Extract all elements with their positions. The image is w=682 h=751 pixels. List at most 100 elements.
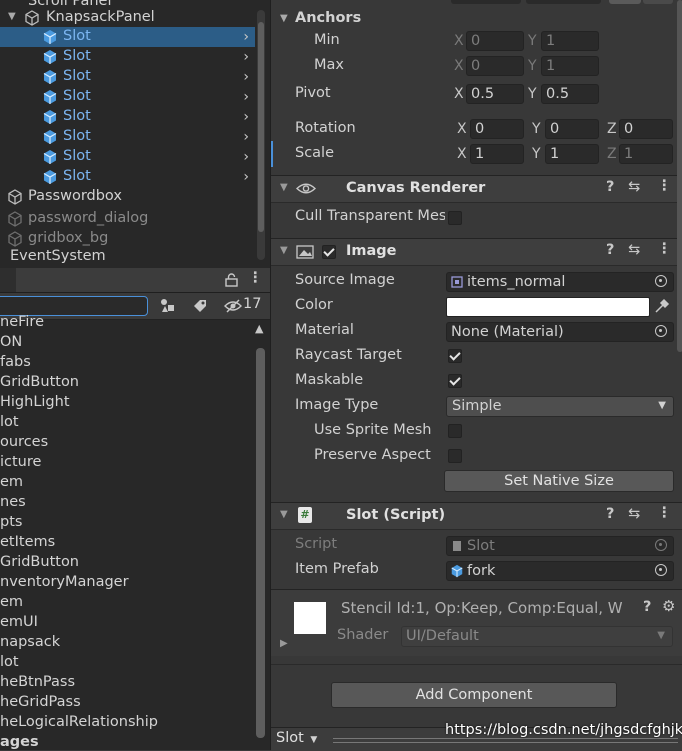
collapse-arrow-icon[interactable]: ▼ (280, 245, 288, 256)
chevron-right-icon[interactable]: › (243, 49, 249, 65)
more-menu-icon[interactable]: ⋮ (248, 270, 263, 286)
help-icon[interactable]: ? (643, 599, 651, 615)
presets-icon[interactable]: ⇆ (628, 179, 640, 195)
list-item[interactable]: ources (0, 434, 48, 450)
component-menu-icon[interactable]: ⋮ (657, 178, 672, 194)
set-native-size-button[interactable]: Set Native Size (444, 470, 674, 492)
rotation-y-field[interactable]: 0 (545, 119, 599, 139)
scale-x-field[interactable]: 1 (470, 144, 524, 164)
image-type-dropdown[interactable]: Simple ▼ (446, 396, 674, 417)
hierarchy-item-slot[interactable]: Slot › (0, 107, 255, 127)
rotation-x-field[interactable]: 0 (470, 119, 524, 139)
help-icon[interactable]: ? (606, 506, 614, 522)
component-menu-icon[interactable]: ⋮ (657, 505, 672, 521)
hierarchy-item-slot[interactable]: Slot › (0, 127, 255, 147)
chevron-right-icon[interactable]: › (243, 29, 249, 45)
list-item[interactable]: pts (0, 514, 22, 530)
project-scrollbar-thumb[interactable] (256, 348, 265, 738)
list-item[interactable]: etItems (0, 534, 55, 550)
project-search-input[interactable] (0, 296, 148, 316)
chevron-right-icon[interactable]: › (243, 69, 249, 85)
image-enabled-checkbox[interactable] (322, 245, 336, 259)
preserve-aspect-checkbox[interactable] (448, 449, 462, 463)
collapse-arrow-icon[interactable]: ▼ (280, 509, 288, 520)
list-item[interactable]: heLogicalRelationship (0, 714, 158, 730)
material-thumbnail[interactable] (294, 602, 326, 634)
presets-icon[interactable]: ⇆ (628, 242, 640, 258)
slot-script-header[interactable]: ▼ # Slot (Script) ? ⇆ ⋮ (271, 502, 682, 530)
lock-icon[interactable] (225, 273, 238, 287)
list-item[interactable]: napsack (0, 634, 60, 650)
height-field[interactable] (526, 0, 601, 4)
list-item[interactable]: lot (0, 414, 19, 430)
hierarchy-item-slot[interactable]: Slot › (0, 87, 255, 107)
list-item[interactable]: nventoryManager (0, 574, 129, 590)
list-item[interactable]: heBtnPass (0, 674, 75, 690)
scale-y-field[interactable]: 1 (545, 144, 599, 164)
help-icon[interactable]: ? (606, 179, 614, 195)
item-prefab-field[interactable]: fork (446, 561, 674, 581)
expand-arrow-icon[interactable]: ▼ (280, 13, 288, 24)
object-picker-icon[interactable] (655, 275, 667, 287)
chevron-right-icon[interactable]: › (243, 169, 249, 185)
list-item[interactable]: nes (0, 494, 26, 510)
raycast-target-checkbox[interactable] (448, 349, 462, 363)
hierarchy-item-slot[interactable]: Slot › (0, 67, 255, 87)
hierarchy-item-slot[interactable]: Slot › (0, 167, 255, 187)
scale-z-field[interactable]: 1 (619, 144, 673, 164)
cull-transparent-checkbox[interactable] (448, 211, 462, 225)
hierarchy-scrollbar[interactable] (257, 10, 265, 260)
preview-object-dropdown[interactable]: Slot ▼ (276, 730, 328, 748)
list-item[interactable]: heGridPass (0, 694, 81, 710)
chevron-right-icon[interactable]: › (243, 89, 249, 105)
eyedropper-icon[interactable] (654, 298, 670, 314)
list-item[interactable]: GridButton (0, 374, 79, 390)
presets-icon[interactable]: ⇆ (628, 506, 640, 522)
resize-handle[interactable] (333, 738, 678, 743)
help-icon[interactable]: ? (606, 242, 614, 258)
chevron-right-icon[interactable]: › (243, 129, 249, 145)
list-item[interactable]: ages (0, 734, 39, 750)
use-sprite-mesh-checkbox[interactable] (448, 424, 462, 438)
anchor-min-x-field[interactable]: 0 (466, 31, 524, 51)
hierarchy-item-eventsystem[interactable]: EventSystem (0, 247, 255, 267)
blueprint-button[interactable] (609, 0, 641, 4)
hierarchy-item-gridbox-bg[interactable]: gridbox_bg (0, 229, 255, 249)
anchor-max-x-field[interactable]: 0 (466, 56, 524, 76)
material-field[interactable]: None (Material) (446, 322, 674, 342)
canvas-renderer-header[interactable]: ▼ Canvas Renderer ? ⇆ ⋮ (271, 175, 682, 203)
list-item[interactable]: icture (0, 454, 41, 470)
expand-arrow-icon[interactable]: ▼ (8, 11, 16, 22)
maskable-checkbox[interactable] (448, 374, 462, 388)
chevron-right-icon[interactable]: › (243, 149, 249, 165)
list-item[interactable]: GridButton (0, 554, 79, 570)
pivot-y-field[interactable]: 0.5 (541, 84, 599, 104)
list-item[interactable]: lot (0, 654, 19, 670)
hierarchy-item-passwordbox[interactable]: Passwordbox (0, 187, 255, 207)
filter-by-type-icon[interactable] (160, 298, 176, 314)
filter-by-label-icon[interactable] (192, 298, 208, 314)
scrollbar-thumb[interactable] (258, 22, 264, 232)
hierarchy-item-slot[interactable]: Slot › (0, 27, 255, 47)
rotation-z-field[interactable]: 0 (619, 119, 673, 139)
pivot-x-field[interactable]: 0.5 (466, 84, 524, 104)
object-picker-icon[interactable] (655, 564, 667, 576)
raw-edit-button[interactable] (643, 0, 673, 4)
hierarchy-item-slot[interactable]: Slot › (0, 147, 255, 167)
inspector-scrollbar-thumb[interactable] (677, 0, 682, 352)
project-tab[interactable] (0, 268, 16, 292)
list-item[interactable]: HighLight (0, 394, 70, 410)
hierarchy-item-slot[interactable]: Slot › (0, 47, 255, 67)
width-field[interactable] (451, 0, 521, 4)
expand-arrow-icon[interactable]: ▶ (280, 638, 288, 649)
list-item[interactable]: fabs (0, 354, 31, 370)
list-item[interactable]: ON (0, 334, 22, 350)
list-item[interactable]: neFire (0, 314, 44, 330)
add-component-button[interactable]: Add Component (331, 682, 617, 708)
source-image-field[interactable]: items_normal (446, 272, 674, 292)
anchor-min-y-field[interactable]: 1 (541, 31, 599, 51)
scroll-up-arrow-icon[interactable]: ▲ (255, 322, 263, 335)
component-menu-icon[interactable]: ⋮ (657, 241, 672, 257)
hierarchy-item-password-dialog[interactable]: password_dialog (0, 209, 255, 229)
anchor-max-y-field[interactable]: 1 (541, 56, 599, 76)
